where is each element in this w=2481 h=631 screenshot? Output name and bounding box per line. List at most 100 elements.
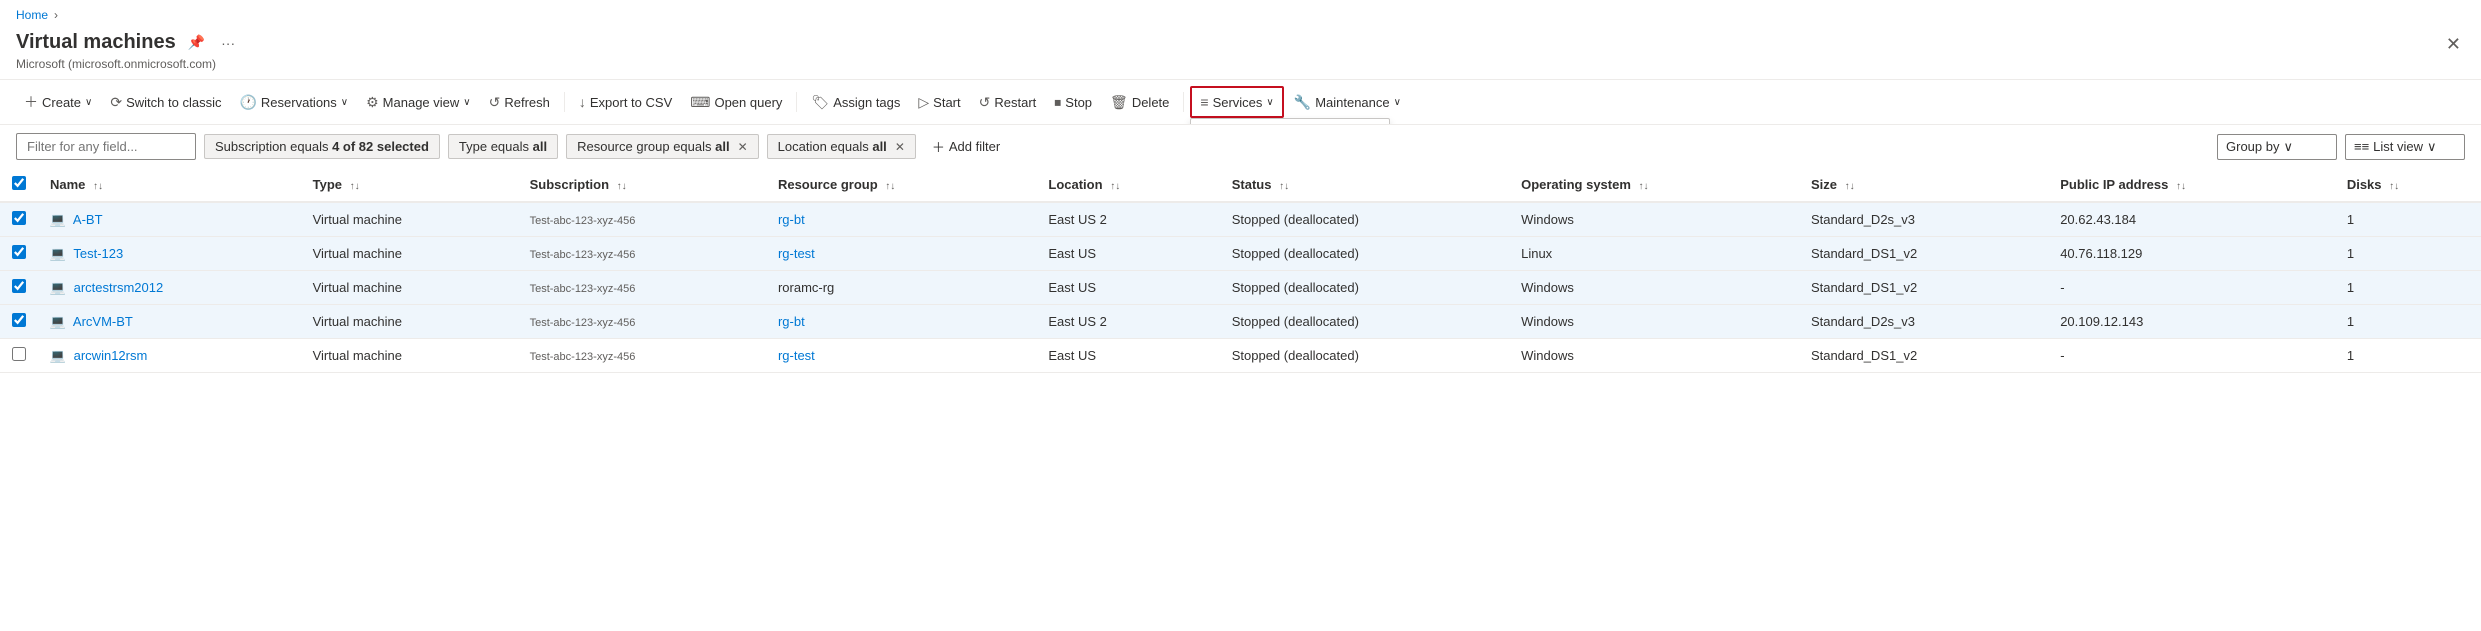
col-ip[interactable]: Public IP address ↑↓ bbox=[2048, 168, 2335, 202]
vm-name-link[interactable]: A-BT bbox=[73, 212, 103, 227]
vm-icon: 💻 bbox=[50, 348, 66, 364]
open-query-button[interactable]: ⌨ Open query bbox=[682, 88, 790, 117]
col-subscription[interactable]: Subscription ↑↓ bbox=[518, 168, 766, 202]
delete-button[interactable]: 🗑 Delete bbox=[1102, 88, 1177, 117]
row-size: Standard_DS1_v2 bbox=[1799, 339, 2048, 373]
row-checkbox-cell[interactable] bbox=[0, 305, 38, 339]
vm-name-link[interactable]: Test-123 bbox=[73, 246, 123, 261]
vm-table-container: Name ↑↓ Type ↑↓ Subscription ↑↓ Resource… bbox=[0, 168, 2481, 373]
row-disks: 1 bbox=[2335, 339, 2481, 373]
rg-link[interactable]: rg-test bbox=[778, 246, 815, 261]
row-checkbox[interactable] bbox=[12, 313, 26, 327]
services-dropdown-menu: ≡ Services ≡ Change Tracking ≡ Inventory… bbox=[1190, 118, 1390, 125]
row-type: Virtual machine bbox=[301, 271, 518, 305]
close-button[interactable]: ✕ bbox=[2442, 30, 2465, 59]
add-filter-button[interactable]: ＋ Add filter bbox=[924, 133, 1008, 160]
restart-icon: ↺ bbox=[979, 94, 991, 111]
location-sort-icon: ↑↓ bbox=[1110, 181, 1120, 192]
col-resource-group[interactable]: Resource group ↑↓ bbox=[766, 168, 1036, 202]
toolbar-separator-2 bbox=[796, 92, 797, 112]
reservations-button[interactable]: 🕐 Reservations ∨ bbox=[231, 88, 356, 117]
filter-tag-resource-group: Resource group equals all ✕ bbox=[566, 134, 759, 159]
row-name: 💻 Test-123 bbox=[38, 237, 301, 271]
col-location[interactable]: Location ↑↓ bbox=[1036, 168, 1219, 202]
rg-link[interactable]: rg-test bbox=[778, 348, 815, 363]
filter-tag-location: Location equals all ✕ bbox=[767, 134, 916, 159]
stop-button[interactable]: ⏹ Stop bbox=[1046, 88, 1100, 117]
more-options-icon[interactable]: ··· bbox=[217, 31, 239, 55]
group-by-select[interactable]: Group by ∨ bbox=[2217, 134, 2337, 160]
list-view-icon: ≡≡ bbox=[2354, 139, 2369, 154]
row-subscription: Test-abc-123-xyz-456 bbox=[518, 237, 766, 271]
export-csv-button[interactable]: ↓ Export to CSV bbox=[571, 88, 680, 116]
manage-view-chevron: ∨ bbox=[463, 97, 470, 108]
services-button[interactable]: ≡ Services ∨ bbox=[1190, 86, 1283, 118]
row-checkbox-cell[interactable] bbox=[0, 339, 38, 373]
col-size[interactable]: Size ↑↓ bbox=[1799, 168, 2048, 202]
row-checkbox-cell[interactable] bbox=[0, 271, 38, 305]
list-view-select[interactable]: ≡≡ List view ∨ bbox=[2345, 134, 2465, 160]
home-link[interactable]: Home bbox=[16, 8, 48, 22]
manage-view-button[interactable]: ⚙ Manage view ∨ bbox=[358, 88, 479, 117]
resource-group-sort-icon: ↑↓ bbox=[885, 181, 895, 192]
page-title: Virtual machines 📌 ··· bbox=[16, 30, 239, 55]
row-checkbox[interactable] bbox=[12, 245, 26, 259]
row-resource-group: roramc-rg bbox=[766, 271, 1036, 305]
remove-resource-group-filter[interactable]: ✕ bbox=[738, 140, 748, 154]
switch-classic-button[interactable]: ⟳ Switch to classic bbox=[102, 88, 229, 117]
row-size: Standard_D2s_v3 bbox=[1799, 305, 2048, 339]
row-checkbox[interactable] bbox=[12, 347, 26, 361]
row-os: Windows bbox=[1509, 202, 1799, 237]
row-resource-group: rg-bt bbox=[766, 305, 1036, 339]
vm-icon: 💻 bbox=[50, 280, 66, 296]
row-checkbox[interactable] bbox=[12, 279, 26, 293]
table-row: 💻 arctestrsm2012 Virtual machine Test-ab… bbox=[0, 271, 2481, 305]
row-disks: 1 bbox=[2335, 202, 2481, 237]
row-type: Virtual machine bbox=[301, 305, 518, 339]
filter-input[interactable] bbox=[16, 133, 196, 160]
vm-icon: 💻 bbox=[50, 314, 66, 330]
vm-name-link[interactable]: arctestrsm2012 bbox=[74, 280, 164, 295]
row-location: East US 2 bbox=[1036, 202, 1219, 237]
select-all-checkbox[interactable] bbox=[12, 176, 26, 190]
breadcrumb: Home › bbox=[0, 0, 2481, 26]
col-status[interactable]: Status ↑↓ bbox=[1220, 168, 1509, 202]
start-button[interactable]: ▷ Start bbox=[910, 88, 968, 117]
col-os[interactable]: Operating system ↑↓ bbox=[1509, 168, 1799, 202]
table-row: 💻 A-BT Virtual machine Test-abc-123-xyz-… bbox=[0, 202, 2481, 237]
create-button[interactable]: ＋ Create ∨ bbox=[16, 86, 100, 118]
rg-link[interactable]: rg-bt bbox=[778, 314, 805, 329]
status-sort-icon: ↑↓ bbox=[1279, 181, 1289, 192]
manage-view-icon: ⚙ bbox=[366, 94, 379, 111]
rg-link[interactable]: rg-bt bbox=[778, 212, 805, 227]
maintenance-button[interactable]: 🔧 Maintenance ∨ bbox=[1286, 88, 1409, 117]
row-location: East US 2 bbox=[1036, 305, 1219, 339]
plus-icon: ＋ bbox=[24, 92, 38, 112]
refresh-button[interactable]: ↺ Refresh bbox=[481, 88, 558, 117]
row-type: Virtual machine bbox=[301, 237, 518, 271]
type-sort-icon: ↑↓ bbox=[350, 181, 360, 192]
pin-icon[interactable]: 📌 bbox=[184, 30, 209, 55]
row-checkbox-cell[interactable] bbox=[0, 202, 38, 237]
restart-button[interactable]: ↺ Restart bbox=[971, 88, 1045, 117]
row-ip: 20.109.12.143 bbox=[2048, 305, 2335, 339]
os-sort-icon: ↑↓ bbox=[1639, 181, 1649, 192]
row-checkbox[interactable] bbox=[12, 211, 26, 225]
row-os: Windows bbox=[1509, 271, 1799, 305]
remove-location-filter[interactable]: ✕ bbox=[895, 140, 905, 154]
row-size: Standard_DS1_v2 bbox=[1799, 271, 2048, 305]
row-disks: 1 bbox=[2335, 305, 2481, 339]
col-disks[interactable]: Disks ↑↓ bbox=[2335, 168, 2481, 202]
row-resource-group: rg-bt bbox=[766, 202, 1036, 237]
row-status: Stopped (deallocated) bbox=[1220, 305, 1509, 339]
assign-tags-button[interactable]: 🏷 Assign tags bbox=[803, 88, 908, 117]
add-filter-icon: ＋ bbox=[932, 137, 945, 156]
row-subscription: Test-abc-123-xyz-456 bbox=[518, 305, 766, 339]
col-name[interactable]: Name ↑↓ bbox=[38, 168, 301, 202]
vm-name-link[interactable]: arcwin12rsm bbox=[74, 348, 148, 363]
select-all-header[interactable] bbox=[0, 168, 38, 202]
vm-name-link[interactable]: ArcVM-BT bbox=[73, 314, 133, 329]
col-type[interactable]: Type ↑↓ bbox=[301, 168, 518, 202]
row-checkbox-cell[interactable] bbox=[0, 237, 38, 271]
row-status: Stopped (deallocated) bbox=[1220, 237, 1509, 271]
